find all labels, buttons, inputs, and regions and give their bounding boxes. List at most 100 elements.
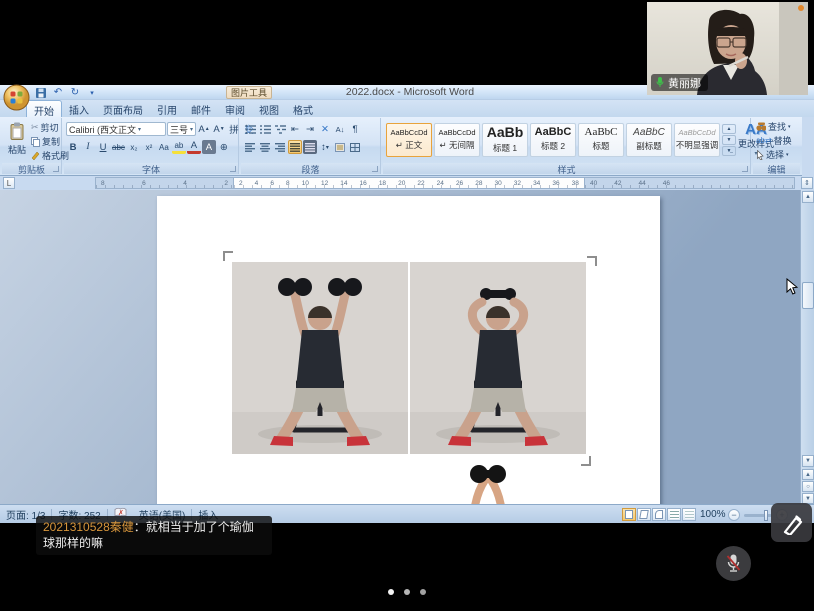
ruler-toggle-button[interactable]: ⇕	[801, 177, 813, 189]
sort-button[interactable]: A↓	[333, 122, 347, 136]
exercise-photo-partial[interactable]	[452, 462, 524, 504]
document-page[interactable]	[157, 196, 660, 504]
select-button[interactable]: 选择▾	[756, 148, 792, 161]
scissors-icon: ✂	[31, 122, 39, 133]
vertical-scrollbar[interactable]: ▲ ▼ ▲ ○ ▼	[800, 190, 814, 504]
tab-references[interactable]: 引用	[150, 100, 184, 117]
web-layout-view-button[interactable]	[652, 508, 666, 521]
tab-mailings[interactable]: 邮件	[184, 100, 218, 117]
italic-button[interactable]: I	[81, 140, 95, 154]
office-button[interactable]	[3, 84, 30, 111]
save-button[interactable]	[34, 86, 48, 99]
print-layout-view-button[interactable]	[622, 508, 636, 521]
annotation-tool-button[interactable]	[771, 503, 812, 542]
browse-object-button[interactable]: ○	[802, 481, 814, 492]
dot-3[interactable]	[420, 589, 426, 595]
zoom-level[interactable]: 100%	[700, 509, 726, 520]
page-indicator-dots[interactable]	[388, 589, 426, 595]
styles-scroll-up[interactable]: ▲	[722, 124, 736, 134]
microphone-muted-button[interactable]	[716, 546, 751, 581]
style-no-spacing[interactable]: AaBbCcDd ↵ 无间隔	[434, 123, 480, 157]
multilevel-list-icon	[275, 124, 286, 134]
draft-view-button[interactable]	[682, 508, 696, 521]
borders-button[interactable]	[348, 140, 362, 154]
webcam-video[interactable]: 黄丽娜	[647, 2, 808, 95]
bold-button[interactable]: B	[66, 140, 80, 154]
line-spacing-button[interactable]: ↕▾	[318, 140, 332, 154]
shading-bucket-icon	[335, 143, 345, 152]
tab-page-layout[interactable]: 页面布局	[96, 100, 150, 117]
shading-button[interactable]	[333, 140, 347, 154]
crop-handle-top-left[interactable]	[223, 251, 233, 261]
styles-dialog-launcher[interactable]	[742, 166, 748, 172]
pinyin-guide-button[interactable]: 拼	[227, 122, 241, 136]
character-shading-button[interactable]: A	[202, 140, 216, 154]
decrease-indent-button[interactable]: ⇤	[288, 122, 302, 136]
multilevel-list-button[interactable]	[273, 122, 287, 136]
asian-layout-button[interactable]: ✕	[318, 122, 332, 136]
align-left-button[interactable]	[243, 140, 257, 154]
tab-view[interactable]: 视图	[252, 100, 286, 117]
mic-muted-icon	[725, 554, 742, 573]
scrollbar-thumb[interactable]	[802, 282, 814, 309]
crop-handle-bottom-right[interactable]	[581, 456, 591, 466]
shrink-font-button[interactable]: A▼	[212, 122, 226, 136]
show-marks-button[interactable]: ¶	[348, 122, 362, 136]
style-subtitle[interactable]: AaBbC 副标题	[626, 123, 672, 157]
font-dialog-launcher[interactable]	[230, 166, 236, 172]
underline-button[interactable]: U	[96, 140, 110, 154]
tab-format[interactable]: 格式	[286, 100, 320, 117]
outline-view-button[interactable]	[667, 508, 681, 521]
tab-home[interactable]: 开始	[26, 100, 62, 117]
change-case-aa-button[interactable]: Aa	[157, 140, 171, 154]
styles-scroll-down[interactable]: ▼	[722, 135, 736, 145]
subscript-button[interactable]: x₂	[127, 140, 141, 154]
scroll-down-arrow[interactable]: ▼	[802, 455, 814, 467]
style-heading-2[interactable]: AaBbC 标题 2	[530, 123, 576, 157]
mic-on-icon	[656, 77, 664, 88]
undo-button[interactable]: ↶	[51, 86, 65, 99]
strikethrough-button[interactable]: abc	[111, 140, 126, 154]
align-center-button[interactable]	[258, 140, 272, 154]
justify-button[interactable]	[303, 140, 317, 154]
align-right-button[interactable]	[273, 140, 287, 154]
qat-dropdown-icon[interactable]: ▾	[85, 86, 99, 99]
zoom-out-button[interactable]: −	[728, 509, 740, 521]
dot-2[interactable]	[404, 589, 410, 595]
style-heading-1[interactable]: AaBb 标题 1	[482, 123, 528, 157]
style-normal[interactable]: AaBbCcDd ↵ 正文	[386, 123, 432, 157]
tab-stop-selector[interactable]: L	[3, 177, 15, 189]
horizontal-ruler[interactable]: 8642 2468101214161820222426283032343638 …	[95, 177, 795, 189]
enclose-character-button[interactable]: ⊕	[217, 140, 231, 154]
previous-page-button[interactable]: ▲	[802, 469, 814, 480]
numbering-button[interactable]	[258, 122, 272, 136]
bullets-button[interactable]	[243, 122, 257, 136]
font-color-button[interactable]: A	[187, 140, 201, 154]
paste-button[interactable]: 粘贴	[5, 121, 29, 163]
exercise-photo-behind-head[interactable]	[410, 262, 586, 454]
clipboard-dialog-launcher[interactable]	[53, 166, 59, 172]
tab-review[interactable]: 审阅	[218, 100, 252, 117]
increase-indent-button[interactable]: ⇥	[303, 122, 317, 136]
font-size-combo[interactable]: 三号▾	[167, 122, 196, 136]
style-title[interactable]: AaBbC 标题	[578, 123, 624, 157]
font-name-combo[interactable]: Calibri (西文正文▾	[66, 122, 166, 136]
replace-button[interactable]: ab⇄替换	[756, 134, 792, 147]
superscript-button[interactable]: x²	[142, 140, 156, 154]
zoom-slider-thumb[interactable]	[764, 510, 768, 521]
justify-icon	[290, 143, 300, 152]
crop-handle-top-right[interactable]	[587, 256, 597, 266]
find-button[interactable]: 查找▾	[756, 120, 792, 133]
styles-more-button[interactable]: ▼̲	[722, 146, 736, 156]
redo-button[interactable]: ↻	[68, 86, 82, 99]
exercise-photo-press-up[interactable]	[232, 262, 408, 454]
scroll-up-arrow[interactable]: ▲	[802, 191, 814, 203]
tab-insert[interactable]: 插入	[62, 100, 96, 117]
text-highlight-button[interactable]: ab	[172, 140, 186, 154]
paragraph-dialog-launcher[interactable]	[372, 166, 378, 172]
grow-font-button[interactable]: A▲	[197, 122, 211, 136]
fullscreen-reading-view-button[interactable]	[637, 508, 651, 521]
dot-1[interactable]	[388, 589, 394, 595]
style-subtle-emphasis[interactable]: AaBbCcDd 不明显强调	[674, 123, 720, 157]
distribute-button[interactable]	[288, 140, 302, 154]
